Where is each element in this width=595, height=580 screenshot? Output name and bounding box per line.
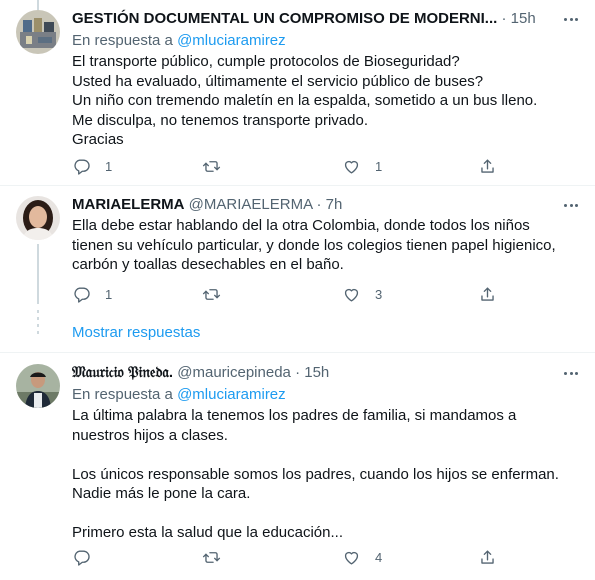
tweet-line: El transporte público, cumple protocolos… bbox=[72, 53, 460, 70]
more-icon[interactable] bbox=[561, 195, 581, 215]
tweet-line: La última palabra la tenemos los padres … bbox=[72, 407, 517, 424]
share-button[interactable] bbox=[478, 546, 497, 568]
avatar[interactable] bbox=[16, 10, 60, 54]
timestamp[interactable]: 15h bbox=[511, 10, 536, 27]
tweet-line: Gracias bbox=[72, 131, 124, 148]
like-button[interactable]: 4 bbox=[342, 546, 382, 568]
like-icon bbox=[344, 288, 359, 302]
retweet-icon bbox=[202, 551, 221, 563]
share-button[interactable] bbox=[478, 155, 497, 177]
tweet-line: Nadie más le pone la cara. bbox=[72, 485, 251, 502]
author-handle[interactable]: @MARIAELERMA bbox=[189, 196, 313, 213]
tweet-line: nuestros hijos a clases. bbox=[72, 426, 228, 444]
reply-button[interactable] bbox=[72, 546, 105, 568]
tweet-header: 𝔐𝔞𝔲𝔯𝔦𝔠𝔦𝔬 𝔓𝔦𝔫𝔢𝔡𝔞. @mauricepineda · 15h bbox=[72, 363, 559, 383]
reply-icon bbox=[74, 549, 90, 566]
tweet-actions: 1 1 bbox=[72, 155, 512, 177]
like-count: 1 bbox=[375, 158, 383, 174]
author-name[interactable]: MARIAELERMA bbox=[72, 196, 185, 213]
reply-count: 1 bbox=[105, 158, 113, 174]
separator-dot: · bbox=[501, 10, 507, 27]
thread-line-top bbox=[37, 0, 39, 10]
retweet-icon bbox=[202, 160, 221, 172]
timestamp[interactable]: 15h bbox=[304, 364, 329, 381]
more-icon[interactable] bbox=[561, 363, 581, 383]
like-count: 3 bbox=[375, 286, 383, 302]
tweet-line: Los únicos responsable somos los padres,… bbox=[72, 465, 559, 483]
thread-line bbox=[37, 244, 39, 304]
tweet-line: Usted ha evaluado, últimamente el servic… bbox=[72, 72, 484, 90]
divider bbox=[0, 185, 595, 186]
tweet-line: Un niño con tremendo maletín en la espal… bbox=[72, 92, 538, 109]
reply-prefix: En respuesta a bbox=[72, 386, 178, 403]
reply-icon bbox=[74, 158, 90, 175]
tweet-text: La última palabra la tenemos los padres … bbox=[72, 406, 579, 543]
tweet-feed: GESTIÓN DOCUMENTAL UN COMPROMISO DE MODE… bbox=[0, 0, 595, 580]
like-count: 4 bbox=[375, 549, 383, 565]
tweet-line: Primero esta la salud que la educación..… bbox=[72, 524, 343, 541]
tweet-header: GESTIÓN DOCUMENTAL UN COMPROMISO DE MODE… bbox=[72, 9, 559, 29]
retweet-button[interactable] bbox=[202, 283, 235, 305]
reply-mention-link[interactable]: @mluciaramirez bbox=[177, 386, 286, 403]
reply-context: En respuesta a @mluciaramirez bbox=[72, 31, 286, 51]
reply-prefix: En respuesta a bbox=[72, 32, 178, 49]
thread-dots bbox=[37, 310, 39, 338]
timestamp[interactable]: 7h bbox=[326, 196, 343, 213]
show-replies-link[interactable]: Mostrar respuestas bbox=[72, 323, 200, 343]
reply-button[interactable]: 1 bbox=[72, 155, 112, 177]
tweet-header: MARIAELERMA @MARIAELERMA · 7h bbox=[72, 195, 559, 215]
tweet-text: Ella debe estar hablando del la otra Col… bbox=[72, 216, 579, 275]
tweet-line: Me disculpa, no tenemos transporte priva… bbox=[72, 111, 368, 129]
like-button[interactable]: 1 bbox=[342, 155, 382, 177]
tweet-line: tienen su vehículo particular, y donde l… bbox=[72, 236, 556, 254]
retweet-icon bbox=[202, 288, 221, 300]
retweet-button[interactable] bbox=[202, 155, 235, 177]
tweet-line: Ella debe estar hablando del la otra Col… bbox=[72, 217, 530, 234]
like-icon bbox=[344, 160, 359, 174]
like-icon bbox=[344, 551, 359, 565]
tweet-actions: 4 bbox=[72, 546, 512, 568]
separator-dot: · bbox=[316, 196, 322, 213]
reply-mention-link[interactable]: @mluciaramirez bbox=[177, 32, 286, 49]
tweet-actions: 1 3 bbox=[72, 283, 512, 305]
share-button[interactable] bbox=[478, 283, 497, 305]
tweet-line: carbón y toallas desechables en el baño. bbox=[72, 256, 344, 273]
reply-context: En respuesta a @mluciaramirez bbox=[72, 385, 286, 405]
author-handle[interactable]: @mauricepineda bbox=[177, 364, 291, 381]
retweet-button[interactable] bbox=[202, 546, 235, 568]
tweet-text: El transporte público, cumple protocolos… bbox=[72, 52, 579, 150]
avatar[interactable] bbox=[16, 196, 60, 240]
reply-button[interactable]: 1 bbox=[72, 283, 112, 305]
author-name[interactable]: 𝔐𝔞𝔲𝔯𝔦𝔠𝔦𝔬 𝔓𝔦𝔫𝔢𝔡𝔞. bbox=[72, 364, 173, 381]
share-icon bbox=[481, 158, 494, 173]
reply-icon bbox=[74, 286, 90, 303]
divider bbox=[0, 352, 595, 353]
avatar[interactable] bbox=[16, 364, 60, 408]
author-name[interactable]: GESTIÓN DOCUMENTAL UN COMPROMISO DE MODE… bbox=[72, 10, 497, 27]
reply-count: 1 bbox=[105, 286, 113, 302]
more-icon[interactable] bbox=[561, 9, 581, 29]
separator-dot: · bbox=[295, 364, 301, 381]
share-icon bbox=[481, 286, 494, 301]
like-button[interactable]: 3 bbox=[342, 283, 382, 305]
share-icon bbox=[481, 549, 494, 564]
